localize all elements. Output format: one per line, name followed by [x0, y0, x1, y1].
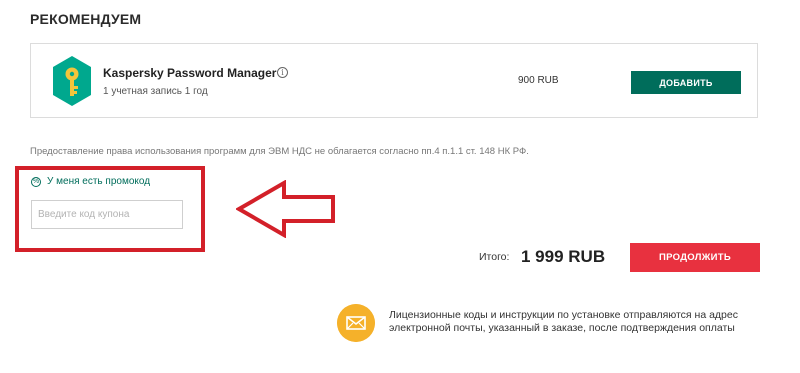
section-title: РЕКОМЕНДУЕМ	[30, 11, 142, 27]
coupon-input[interactable]	[31, 200, 183, 229]
vat-note: Предоставление права использования прогр…	[30, 146, 529, 157]
total-value: 1 999 RUB	[521, 247, 606, 266]
promo-code-label: У меня есть промокод	[47, 176, 151, 187]
total-label: Итого:	[479, 251, 510, 263]
continue-button[interactable]: ПРОДОЛЖИТЬ	[630, 243, 760, 272]
product-subtitle: 1 учетная запись 1 год	[103, 86, 208, 97]
product-name: Kaspersky Password Manager	[103, 66, 277, 80]
product-price: 900 RUB	[518, 75, 559, 86]
percent-icon: %	[31, 176, 41, 187]
envelope-icon	[337, 304, 375, 342]
promo-code-link[interactable]: % У меня есть промокод	[31, 176, 150, 187]
license-note: Лицензионные коды и инструкции по устано…	[389, 309, 738, 334]
key-shield-icon	[53, 56, 91, 106]
arrow-left-icon	[236, 180, 335, 238]
recommended-product-card: Kaspersky Password Manager i 1 учетная з…	[30, 43, 758, 118]
add-button[interactable]: ДОБАВИТЬ	[631, 71, 741, 94]
info-icon[interactable]: i	[277, 67, 288, 78]
